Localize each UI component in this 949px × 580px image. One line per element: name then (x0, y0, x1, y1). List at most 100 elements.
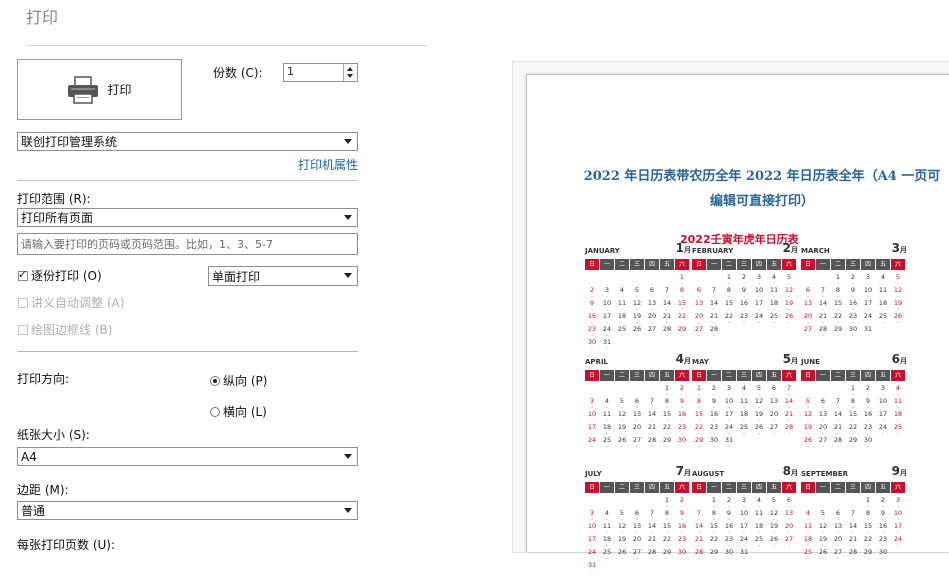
weekday-header: 日一二三四五六 (585, 259, 690, 270)
section-divider (17, 351, 358, 352)
weekday-cell: 三 (846, 370, 860, 381)
copies-stepper[interactable]: 1 (283, 63, 358, 82)
day-cell: 11 ·· (602, 522, 612, 536)
margin-select[interactable]: 普通 (17, 501, 358, 520)
collate-checkbox[interactable]: 逐份打印 (O) (18, 267, 102, 284)
day-cell: 19 ·· (769, 522, 779, 536)
calendar-month: MAY 5月日一二三四五六 1 ·· 2 ·· 3 ·· 4 ·· 5 ·· 6 ·· 7 ·· 8 ·· 9 ·· 1… (692, 352, 798, 468)
landscape-radio[interactable]: 横向 (L) (210, 403, 267, 420)
day-cell: 27 ·· (647, 325, 657, 339)
month-name: FEBRUARY (692, 247, 734, 255)
day-cell: 21 ·· (662, 312, 672, 326)
day-cell: 20 ·· (833, 535, 843, 549)
portrait-radio[interactable]: 纵向 (P) (210, 372, 267, 389)
day-cell: 5 ·· (771, 496, 777, 510)
copies-label: 份数 (C): (213, 66, 263, 80)
day-cell: 11 ·· (617, 299, 627, 313)
portrait-radio-dot[interactable] (210, 376, 220, 386)
weekday-cell: 日 (585, 259, 599, 270)
day-cell: 17 ·· (878, 410, 888, 424)
day-cell: 20 ·· (647, 312, 657, 326)
copies-down-icon[interactable] (347, 74, 353, 78)
printer-select[interactable]: 联创打印管理系统 (17, 132, 358, 151)
day-cell: 19 ·· (617, 535, 627, 549)
day-cell: 24 ·· (602, 325, 612, 339)
paper-size-select[interactable]: A4 (17, 447, 358, 466)
month-number: 3月 (891, 241, 907, 255)
print-range-label: 打印范围 (R): (17, 192, 91, 206)
day-cell: 11 ·· (893, 397, 903, 411)
day-cell: 2 ·· (589, 286, 595, 300)
copies-value[interactable]: 1 (287, 65, 294, 78)
day-cell: 27 ·· (818, 436, 828, 450)
day-cell: 7 ·· (835, 397, 841, 411)
copies-up-icon[interactable] (347, 67, 353, 71)
print-range-select[interactable]: 打印所有页面 (17, 208, 358, 227)
handout-auto-checkbox[interactable]: 讲义自动调整 (A) (18, 294, 124, 311)
day-cell: 22 ·· (677, 312, 687, 326)
day-cell: 5 ·· (619, 397, 625, 411)
day-cell: 14 ·· (694, 522, 704, 536)
day-cell: 9 ·· (741, 286, 747, 300)
weekday-cell: 一 (707, 482, 721, 493)
day-cell: 5 ·· (634, 286, 640, 300)
handout-auto-checkbox-box[interactable] (18, 298, 28, 308)
day-cell: 25 ·· (878, 312, 888, 326)
day-cell: 22 ·· (848, 423, 858, 437)
weekday-cell: 三 (846, 259, 860, 270)
day-cell: 22 ·· (863, 535, 873, 549)
weekday-cell: 二 (831, 259, 845, 270)
weekday-cell: 二 (722, 259, 736, 270)
day-cell: 17 ·· (587, 423, 597, 437)
portrait-label: 纵向 (P) (223, 374, 268, 388)
day-cell: 7 ·· (711, 286, 717, 300)
day-cell: 3 ·· (726, 384, 732, 398)
day-cell: 24 ·· (754, 312, 764, 326)
weekday-cell: 三 (630, 482, 644, 493)
print-button[interactable]: 打印 (17, 59, 182, 120)
printer-properties-link[interactable]: 打印机属性 (298, 156, 358, 173)
day-cell: 16 ·· (724, 522, 734, 536)
day-cell: 25 ·· (893, 423, 903, 437)
day-cell: 21 ·· (818, 312, 828, 326)
day-cell: 23 ·· (863, 423, 873, 437)
day-cell: 14 ·· (848, 522, 858, 536)
weekday-cell: 五 (767, 482, 781, 493)
day-cell: 18 ·· (602, 535, 612, 549)
duplex-select-value: 单面打印 (212, 269, 261, 284)
day-cell: 5 ·· (805, 397, 811, 411)
draw-border-checkbox[interactable]: 绘图边框线 (B) (18, 321, 112, 338)
day-cell: 19 ·· (818, 535, 828, 549)
day-cell: 14 ·· (784, 397, 794, 411)
duplex-select[interactable]: 单面打印 (208, 266, 358, 286)
collate-checkbox-box[interactable] (18, 268, 28, 281)
day-cell: 24 ·· (893, 535, 903, 549)
day-cell: 27 ·· (694, 325, 704, 339)
day-cell: 12 ·· (754, 397, 764, 411)
day-cell: 7 ·· (649, 509, 655, 523)
day-cell: 20 ·· (784, 522, 794, 536)
draw-border-label: 绘图边框线 (B) (31, 323, 113, 337)
weekday-cell: 二 (722, 482, 736, 493)
day-cell: 3 ·· (756, 273, 762, 287)
day-cell: 21 ·· (833, 423, 843, 437)
day-cell: 13 ·· (803, 299, 813, 313)
day-cell: 6 ·· (786, 496, 792, 510)
landscape-radio-dot[interactable] (210, 407, 220, 417)
day-cell: 27 ·· (784, 535, 794, 549)
weekday-cell: 六 (675, 370, 689, 381)
day-cell: 3 ·· (895, 496, 901, 510)
day-cell: 9 ·· (589, 299, 595, 313)
page-range-input[interactable]: 请输入要打印的页码或页码范围。比如，1、3、5-7 (17, 233, 358, 255)
weekday-cell: 三 (846, 482, 860, 493)
month-number: 4月 (675, 352, 691, 366)
draw-border-checkbox-box[interactable] (18, 325, 28, 335)
day-cell: 25 ·· (602, 436, 612, 450)
day-cell: 26 ·· (754, 423, 764, 437)
day-cell: 25 ·· (739, 423, 749, 437)
weekday-cell: 二 (615, 482, 629, 493)
chevron-down-icon (344, 454, 352, 459)
weekday-cell: 四 (645, 482, 659, 493)
day-cell: 3 ·· (741, 496, 747, 510)
day-cell: 24 ·· (587, 436, 597, 450)
